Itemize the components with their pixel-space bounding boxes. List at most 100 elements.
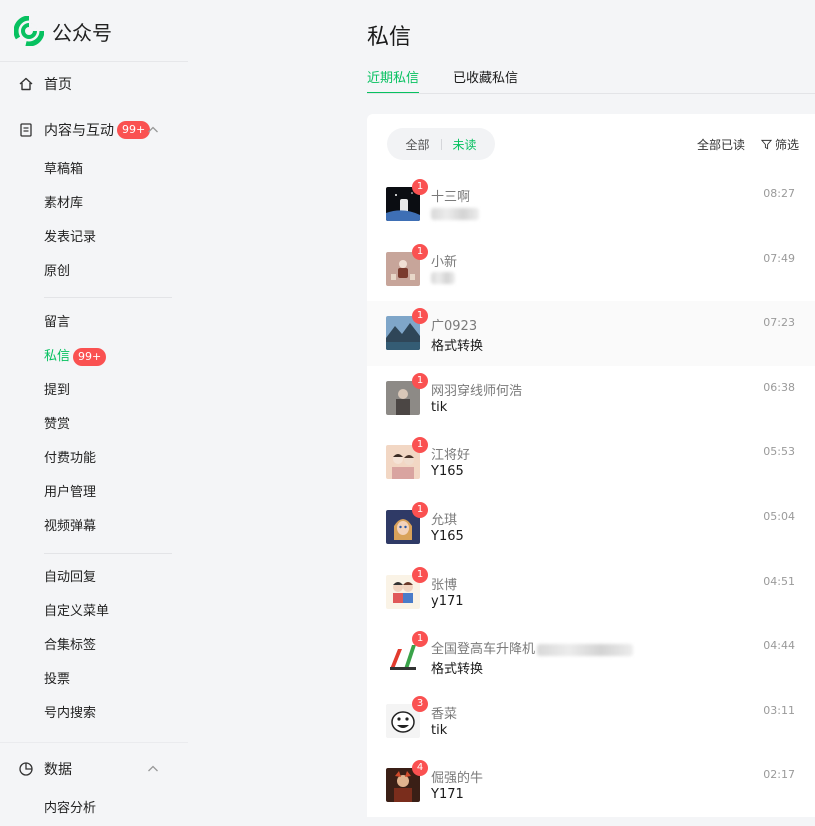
sidebar-group-content[interactable]: 内容与互动 99+ <box>18 118 168 142</box>
message-time: 02:17 <box>763 768 795 782</box>
message-preview: Y165 <box>431 528 464 544</box>
sidebar-item-mentions[interactable]: 提到 <box>44 374 106 408</box>
sender-name: 十三啊 <box>431 190 471 205</box>
message-preview: 格式转换 <box>431 339 484 355</box>
page-title: 私信 <box>367 25 412 50</box>
sidebar-item-content-analysis[interactable]: 内容分析 <box>44 792 96 826</box>
sidebar-group-data[interactable]: 数据 <box>18 757 168 781</box>
sidebar-divider <box>44 553 172 554</box>
message-preview: tik <box>431 399 448 415</box>
sidebar-item-danmaku[interactable]: 视频弹幕 <box>44 510 106 544</box>
tab-bar: 近期私信 已收藏私信 <box>367 68 552 94</box>
unread-count-badge: 3 <box>412 695 428 712</box>
sidebar-divider <box>0 742 188 743</box>
sidebar-item-appreciation[interactable]: 赞赏 <box>44 408 106 442</box>
unread-count-badge: 4 <box>412 760 428 777</box>
brand-divider <box>0 61 188 62</box>
home-icon <box>19 77 33 91</box>
sidebar-item-label: 首页 <box>44 77 72 93</box>
filter-label: 筛选 <box>774 138 799 152</box>
sidebar-divider <box>44 297 172 298</box>
sidebar-item-publish-records[interactable]: 发表记录 <box>44 221 96 255</box>
message-preview: 格式转换 <box>431 662 484 678</box>
sidebar-item-vote[interactable]: 投票 <box>44 663 109 697</box>
unread-count-badge: 1 <box>412 437 428 454</box>
message-row[interactable]: 4 倔强的牛 Y171 02:17 <box>367 753 815 818</box>
message-row[interactable]: 1 十三啊 08:27 <box>367 172 815 237</box>
message-time: 07:49 <box>763 251 795 265</box>
sidebar-item-custom-menu[interactable]: 自定义菜单 <box>44 595 109 629</box>
pie-chart-icon <box>19 762 33 776</box>
unread-count-badge: 1 <box>412 243 428 260</box>
message-row[interactable]: 1 张博 y171 04:51 <box>367 560 815 625</box>
redacted-blur <box>431 207 479 220</box>
sidebar-item-home[interactable]: 首页 <box>18 72 72 96</box>
chevron-up-icon[interactable] <box>146 123 160 137</box>
funnel-icon <box>760 139 772 150</box>
redacted-blur <box>537 643 634 656</box>
message-preview <box>431 271 455 286</box>
sidebar-item-materials[interactable]: 素材库 <box>44 187 96 221</box>
message-time: 03:11 <box>763 703 795 717</box>
sender-name: 倔强的牛 <box>431 771 484 787</box>
filter-all-option[interactable]: 全部 <box>394 136 440 153</box>
message-row[interactable]: 3 香菜 tik 03:11 <box>367 689 815 754</box>
message-preview: tik <box>431 722 448 738</box>
tab-starred-messages[interactable]: 已收藏私信 <box>453 68 518 94</box>
unread-count-badge: 1 <box>412 372 428 389</box>
sender-name: 全国登高车升降机 <box>431 638 634 658</box>
sidebar-group-label: 数据 <box>44 762 72 778</box>
sidebar: 公众号 首页 内容与互动 99+ 草稿箱 素材库 发表记录 原创 留言 私信 9… <box>0 0 188 817</box>
message-preview: Y165 <box>431 464 464 480</box>
mark-all-read-button[interactable]: 全部已读 <box>697 136 745 153</box>
sidebar-item-label: 留言 <box>44 315 71 330</box>
sidebar-item-auto-reply[interactable]: 自动回复 <box>44 561 109 595</box>
filter-segmented-control: 全部 未读 <box>387 128 495 160</box>
message-row[interactable]: 1 允琪 Y165 05:04 <box>367 495 815 560</box>
message-time: 07:23 <box>763 316 795 330</box>
sender-name-text: 全国登高车升降机 <box>431 642 536 658</box>
message-row[interactable]: 1 网羽穿线师何浩 tik 06:38 <box>367 366 815 431</box>
content-sublist: 草稿箱 素材库 发表记录 原创 <box>44 153 96 289</box>
tab-recent-messages[interactable]: 近期私信 <box>367 68 420 94</box>
tabs-divider <box>367 93 815 94</box>
message-row[interactable]: 1 全国登高车升降机 格式转换 04:44 <box>367 624 815 689</box>
message-time: 05:53 <box>763 445 795 459</box>
sidebar-item-original[interactable]: 原创 <box>44 255 96 289</box>
data-sublist: 内容分析 <box>44 792 96 826</box>
sidebar-item-drafts[interactable]: 草稿箱 <box>44 153 96 187</box>
sidebar-item-label: 用户管理 <box>44 485 97 500</box>
sidebar-item-label: 私信 <box>44 349 71 364</box>
unread-count-badge: 1 <box>412 179 428 195</box>
sender-name: 允琪 <box>431 512 458 528</box>
sidebar-item-users[interactable]: 用户管理 <box>44 476 106 510</box>
sidebar-item-comments[interactable]: 留言 <box>44 306 106 340</box>
unread-count-badge: 1 <box>412 308 428 325</box>
message-preview: y171 <box>431 593 464 609</box>
sidebar-item-collections[interactable]: 合集标签 <box>44 629 109 663</box>
sidebar-item-label: 付费功能 <box>44 451 97 466</box>
messages-badge: 99+ <box>73 348 107 366</box>
sidebar-item-label: 提到 <box>44 383 71 398</box>
message-row[interactable]: 1 广0923 格式转换 07:23 <box>367 301 815 366</box>
message-row[interactable]: 1 小新 07:49 <box>367 237 815 302</box>
sender-name: 江将好 <box>431 448 471 464</box>
message-list: 1 十三啊 08:27 1 小新 07:49 1 广0923 格式转换 07:2… <box>367 172 815 818</box>
brand[interactable]: 公众号 <box>14 14 112 48</box>
message-time: 04:51 <box>763 574 795 588</box>
sidebar-item-paid[interactable]: 付费功能 <box>44 442 106 476</box>
filter-unread-option[interactable]: 未读 <box>442 136 488 153</box>
message-row[interactable]: 1 江将好 Y165 05:53 <box>367 430 815 495</box>
brand-title: 公众号 <box>52 20 112 45</box>
unread-count-badge: 1 <box>412 566 428 583</box>
sidebar-item-search[interactable]: 号内搜索 <box>44 697 109 731</box>
sender-name: 张博 <box>431 577 458 593</box>
message-time: 04:44 <box>763 639 795 653</box>
filter-button[interactable]: 筛选 <box>760 136 799 153</box>
message-preview <box>431 206 479 221</box>
redacted-blur <box>431 272 455 285</box>
sidebar-item-messages[interactable]: 私信 99+ <box>44 340 107 374</box>
chevron-up-icon[interactable] <box>146 762 160 776</box>
sidebar-item-label: 视频弹幕 <box>44 519 97 534</box>
tools-sublist: 自动回复 自定义菜单 合集标签 投票 号内搜索 <box>44 561 109 731</box>
